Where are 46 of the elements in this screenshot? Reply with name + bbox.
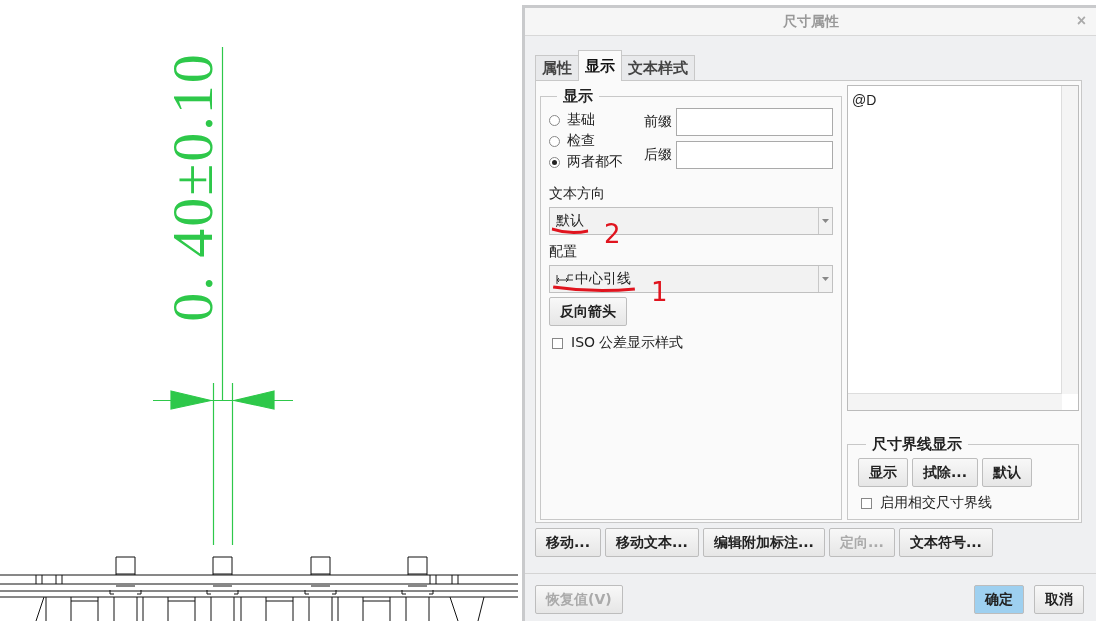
radio-button[interactable] [549,156,560,168]
field-label: 后缀 [644,146,672,164]
vertical-scrollbar[interactable] [1061,86,1078,394]
radio-label: 两者都不 [567,153,623,171]
dropdown-arrow-icon[interactable] [818,208,832,234]
text-area-value: @D [852,92,877,108]
field-label: 文本方向 [549,185,605,203]
witness-button[interactable]: 默认 [981,458,1032,487]
radio-label: 检查 [567,132,595,150]
group-title: 显示 [562,87,594,106]
input-field[interactable] [676,141,833,169]
dialog-button[interactable]: 取消 [1034,585,1084,614]
dropdown-value: 中心引线 [556,270,631,288]
checkbox[interactable] [552,337,563,349]
action-button[interactable]: 移动文本... [604,528,699,557]
dropdown-arrow-icon[interactable] [818,266,832,292]
reverse-arrows-button[interactable]: 反向箭头 [549,297,627,326]
radio-option[interactable]: 两者都不 [549,153,623,171]
action-button[interactable]: 移动... [535,528,601,557]
text-area[interactable]: @D [847,85,1079,411]
action-button[interactable]: 文本符号... [898,528,993,557]
radio-button[interactable] [549,114,560,126]
action-button[interactable]: 编辑附加标注... [702,528,825,557]
dropdown-value: 默认 [556,212,584,230]
tab[interactable]: 显示 [578,50,622,81]
annotation-underline [551,226,589,236]
radio-option[interactable]: 基础 [549,111,623,129]
checkbox[interactable] [861,497,872,509]
tab[interactable]: 文本样式 [621,55,695,81]
radio-option[interactable]: 检查 [549,132,623,150]
witness-button[interactable]: 拭除... [912,458,978,487]
group-title: 尺寸界线显示 [871,435,963,454]
input-field[interactable] [676,108,833,136]
radio-button[interactable] [549,135,560,147]
radio-label: 基础 [567,111,595,129]
horizontal-scrollbar[interactable] [848,393,1062,410]
center-leader-icon [556,273,574,285]
checkbox-label: 启用相交尺寸界线 [880,494,992,512]
witness-button[interactable]: 显示 [858,458,908,487]
window-title: 尺寸属性 [782,12,839,31]
dialog-button[interactable]: 确定 [974,585,1024,614]
dimension-text: 0. 40±0.10 [164,52,222,322]
field-label: 前缀 [644,113,672,131]
checkbox-label: ISO 公差显示样式 [571,334,684,352]
field-label: 配置 [549,243,577,261]
tab[interactable]: 属性 [535,55,579,81]
